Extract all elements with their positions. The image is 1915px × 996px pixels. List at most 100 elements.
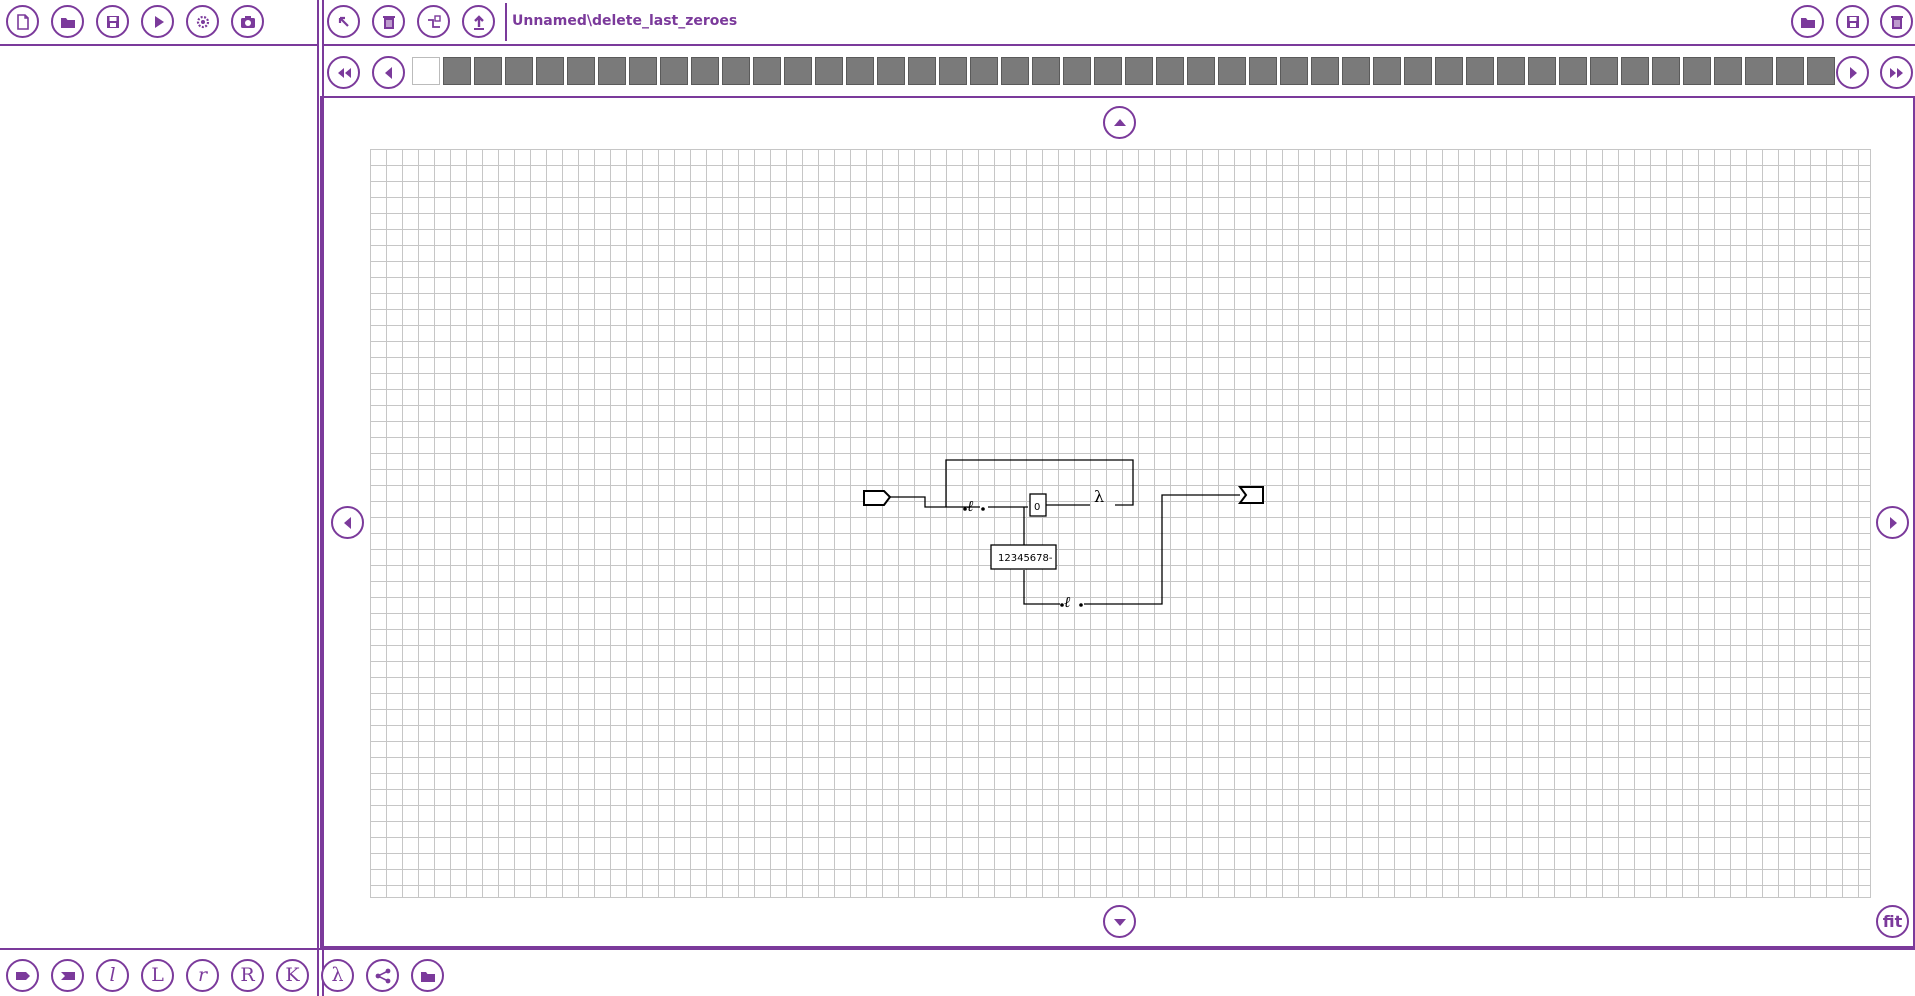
tape-cell[interactable] bbox=[505, 57, 533, 85]
tape-cell[interactable] bbox=[1807, 57, 1835, 85]
tape-cell[interactable] bbox=[1001, 57, 1029, 85]
tape-step-left-button[interactable] bbox=[372, 56, 405, 89]
tape-cell[interactable] bbox=[1776, 57, 1804, 85]
tape-cell[interactable] bbox=[846, 57, 874, 85]
start-node[interactable] bbox=[863, 490, 892, 506]
screenshot-button[interactable] bbox=[231, 5, 264, 38]
save-button[interactable] bbox=[96, 5, 129, 38]
tape-cell[interactable] bbox=[629, 57, 657, 85]
tape-cell[interactable] bbox=[412, 57, 440, 85]
tape-cell[interactable] bbox=[1311, 57, 1339, 85]
tape-cell[interactable] bbox=[1652, 57, 1680, 85]
lambda-node[interactable]: λ bbox=[1094, 487, 1104, 506]
tape-cell[interactable] bbox=[1466, 57, 1494, 85]
open-folder-button[interactable] bbox=[51, 5, 84, 38]
end-node[interactable] bbox=[1238, 486, 1264, 504]
tape-cell[interactable] bbox=[1280, 57, 1308, 85]
tape-cell[interactable] bbox=[1435, 57, 1463, 85]
end-tag-icon bbox=[60, 971, 75, 980]
step-into-button[interactable] bbox=[417, 5, 450, 38]
run-button[interactable] bbox=[141, 5, 174, 38]
tape-cell[interactable] bbox=[1559, 57, 1587, 85]
pan-down-button[interactable] bbox=[1103, 905, 1136, 938]
new-file-button[interactable] bbox=[6, 5, 39, 38]
tape-cell[interactable] bbox=[1497, 57, 1525, 85]
tape-cell[interactable] bbox=[970, 57, 998, 85]
l-node-button[interactable]: l bbox=[96, 959, 129, 992]
R-node-button[interactable]: R bbox=[231, 959, 264, 992]
lambda-icon: λ bbox=[331, 964, 344, 986]
upload-icon bbox=[473, 14, 484, 30]
tape-cell[interactable] bbox=[598, 57, 626, 85]
tape-cell[interactable] bbox=[1404, 57, 1432, 85]
tape-cell[interactable] bbox=[1528, 57, 1556, 85]
svg-text:ℓ: ℓ bbox=[967, 497, 973, 515]
save-icon bbox=[1846, 15, 1859, 28]
tape-cell[interactable] bbox=[877, 57, 905, 85]
digits-node-label: 12345678- bbox=[998, 553, 1053, 564]
import-button[interactable] bbox=[411, 959, 444, 992]
open-machine-button[interactable] bbox=[1791, 5, 1824, 38]
r-move-node[interactable]: ℓ bbox=[1060, 593, 1083, 611]
delete-machine-button[interactable] bbox=[1880, 5, 1913, 38]
tape-cell[interactable] bbox=[1714, 57, 1742, 85]
r-node-button[interactable]: r bbox=[186, 959, 219, 992]
tape-cell[interactable] bbox=[443, 57, 471, 85]
tape-cell[interactable] bbox=[1683, 57, 1711, 85]
bottom-toolbar-border bbox=[0, 948, 1915, 950]
tape-cell[interactable] bbox=[1218, 57, 1246, 85]
tape-cell[interactable] bbox=[1745, 57, 1773, 85]
pan-right-button[interactable] bbox=[1876, 506, 1909, 539]
tape-cell[interactable] bbox=[1125, 57, 1153, 85]
tape-cell[interactable] bbox=[784, 57, 812, 85]
tape-rewind-button[interactable] bbox=[327, 56, 360, 89]
edge-digits-to-bottom bbox=[1023, 570, 1060, 605]
tape-step-right-button[interactable] bbox=[1836, 56, 1869, 89]
lambda-node-button[interactable]: λ bbox=[321, 959, 354, 992]
fit-button[interactable]: fit bbox=[1876, 905, 1909, 938]
share-button[interactable] bbox=[366, 959, 399, 992]
tape-cell[interactable] bbox=[536, 57, 564, 85]
tape-cell[interactable] bbox=[1156, 57, 1184, 85]
tape-cell[interactable] bbox=[691, 57, 719, 85]
fit-label: fit bbox=[1882, 912, 1903, 931]
tape-cell[interactable] bbox=[1187, 57, 1215, 85]
folder-icon bbox=[1800, 17, 1815, 28]
tape-cell[interactable] bbox=[660, 57, 688, 85]
step-icon bbox=[427, 14, 441, 28]
tape-cell[interactable] bbox=[1621, 57, 1649, 85]
tape-cell[interactable] bbox=[1032, 57, 1060, 85]
l-move-node[interactable]: ℓ bbox=[963, 497, 985, 515]
tape-cell[interactable] bbox=[1094, 57, 1122, 85]
tape-cell[interactable] bbox=[939, 57, 967, 85]
settings-button[interactable] bbox=[186, 5, 219, 38]
save-machine-button[interactable] bbox=[1836, 5, 1869, 38]
tape-cell[interactable] bbox=[474, 57, 502, 85]
pointer-tool-button[interactable] bbox=[327, 5, 360, 38]
start-node-button[interactable] bbox=[6, 959, 39, 992]
tape-cell[interactable] bbox=[1590, 57, 1618, 85]
tape-fast-forward-button[interactable] bbox=[1880, 56, 1913, 89]
tape-cell[interactable] bbox=[722, 57, 750, 85]
K-node-button[interactable]: K bbox=[276, 959, 309, 992]
tape-cell[interactable] bbox=[567, 57, 595, 85]
tape-cell[interactable] bbox=[1063, 57, 1091, 85]
gear-icon bbox=[196, 15, 209, 28]
tape-cell[interactable] bbox=[1342, 57, 1370, 85]
edge-bottom-to-end bbox=[1084, 494, 1240, 605]
tape-cell[interactable] bbox=[1373, 57, 1401, 85]
end-node-button[interactable] bbox=[51, 959, 84, 992]
trash-icon bbox=[382, 15, 395, 29]
pan-up-button[interactable] bbox=[1103, 106, 1136, 139]
svg-text:ℓ: ℓ bbox=[1064, 593, 1070, 611]
tape-cell[interactable] bbox=[753, 57, 781, 85]
pan-left-button[interactable] bbox=[331, 506, 364, 539]
chevron-left-icon bbox=[343, 516, 351, 529]
tape-cell[interactable] bbox=[908, 57, 936, 85]
L-node-button[interactable]: L bbox=[141, 959, 174, 992]
upload-button[interactable] bbox=[462, 5, 495, 38]
chevron-left-icon bbox=[384, 66, 392, 79]
tape-cell[interactable] bbox=[815, 57, 843, 85]
delete-button[interactable] bbox=[372, 5, 405, 38]
tape-cell[interactable] bbox=[1249, 57, 1277, 85]
